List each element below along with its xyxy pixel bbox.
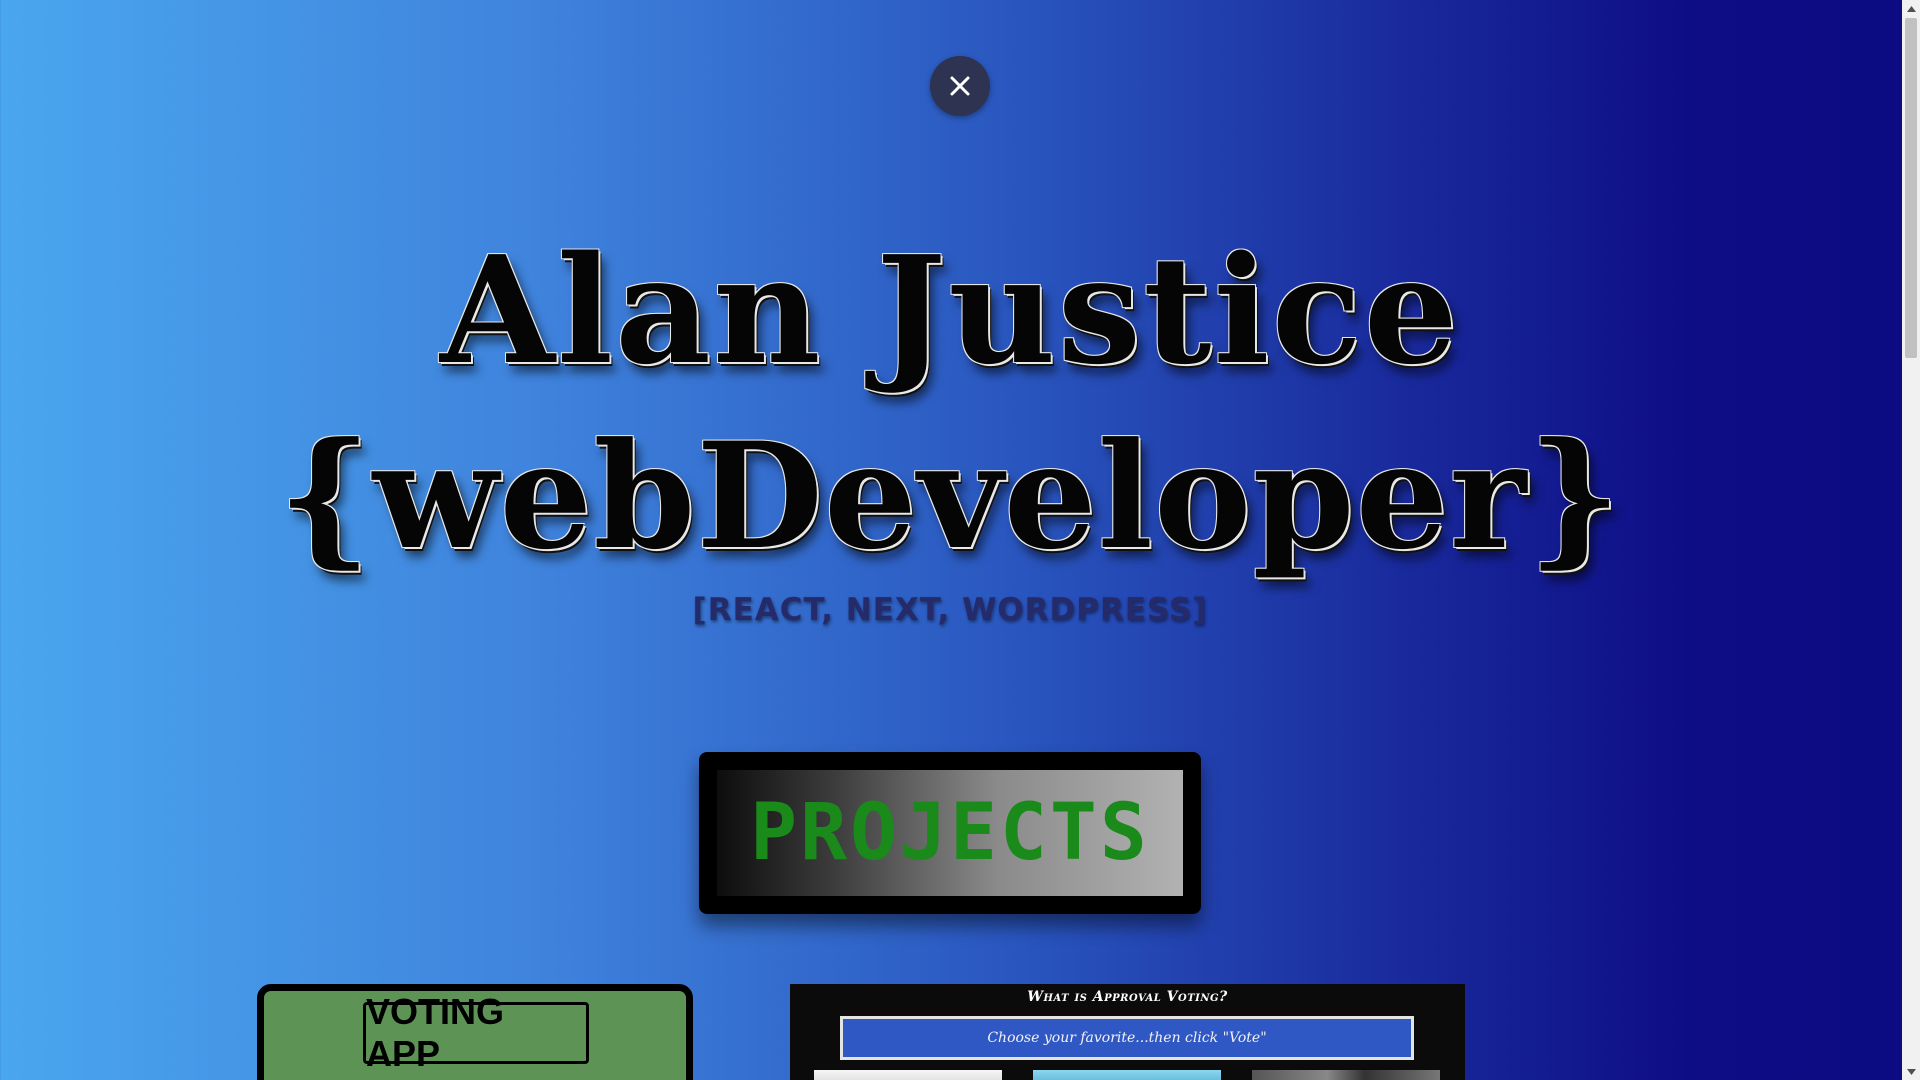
approval-option-image[interactable] bbox=[814, 1070, 1002, 1080]
hero-role: {webDeveloper} bbox=[277, 411, 1623, 582]
scrollbar-thumb[interactable] bbox=[1905, 18, 1917, 358]
voting-app-label: VOTING APP bbox=[363, 991, 589, 1074]
scroll-up-arrow-icon[interactable] bbox=[1902, 0, 1920, 17]
projects-heading: PROJECTS bbox=[699, 752, 1201, 914]
vertical-scrollbar[interactable] bbox=[1902, 0, 1920, 1080]
close-button[interactable] bbox=[930, 56, 990, 116]
hero-stack: [REACT, NEXT, WORDPRESS] bbox=[692, 592, 1208, 628]
voting-app-card[interactable]: VOTING APP bbox=[257, 984, 693, 1080]
approval-voting-instruction: Choose your favorite...then click "Vote" bbox=[840, 1016, 1414, 1060]
projects-label: PROJECTS bbox=[750, 788, 1150, 878]
hero-name: Alan Justice bbox=[440, 223, 1460, 397]
projects-panel: PROJECTS bbox=[717, 770, 1183, 896]
approval-option-image[interactable] bbox=[1252, 1070, 1440, 1080]
close-icon bbox=[950, 76, 970, 96]
approval-option-image[interactable] bbox=[1033, 1070, 1221, 1080]
approval-voting-title: What is Approval Voting? bbox=[1027, 989, 1228, 1005]
scroll-down-arrow-icon[interactable] bbox=[1902, 1063, 1920, 1080]
approval-voting-card[interactable]: What is Approval Voting? Choose your fav… bbox=[790, 984, 1465, 1080]
